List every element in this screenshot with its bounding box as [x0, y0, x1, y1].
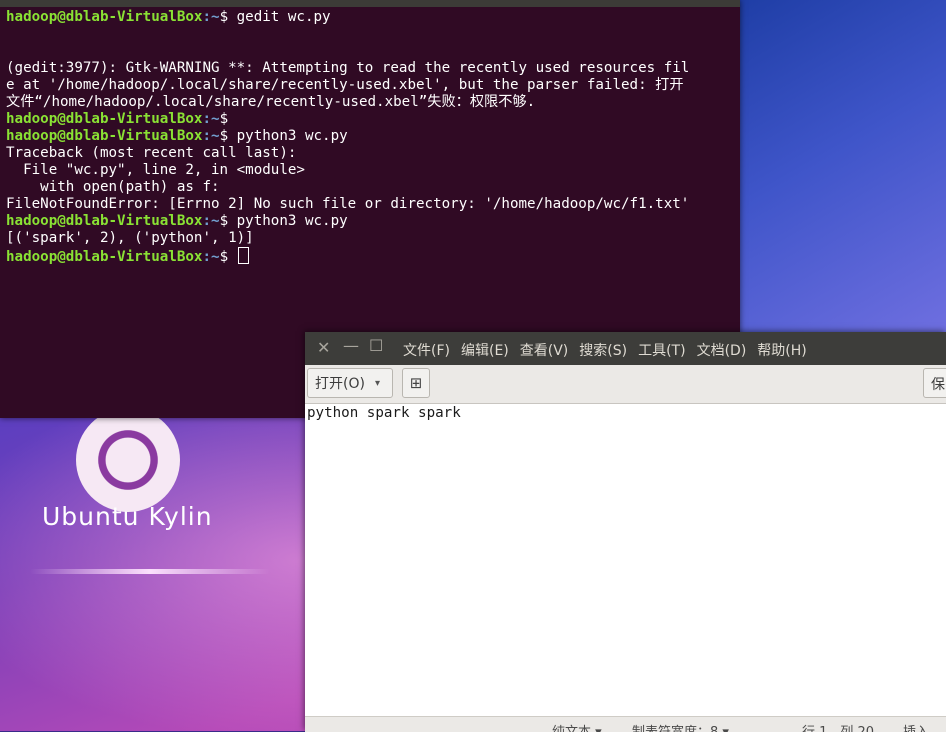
prompt-path: :~ — [202, 213, 220, 229]
gedit-titlebar[interactable]: ✕ — ☐ 文件(F) 编辑(E) 查看(V) 搜索(S) 工具(T) 文档(D… — [305, 332, 946, 365]
terminal-line: File "wc.py", line 2, in <module> — [6, 162, 732, 179]
terminal-cursor — [237, 247, 249, 264]
gedit-toolbar: 打开(O) ▾ ⊞ 保 — [305, 365, 946, 404]
tab-width-selector[interactable]: 制表符宽度：8 ▾ — [632, 721, 729, 732]
close-icon[interactable]: ✕ — [317, 338, 330, 357]
menu-documents[interactable]: 文档(D) — [697, 340, 747, 360]
terminal-line: with open(path) as f: — [6, 179, 732, 196]
cursor-position: 行 1，列 20 — [802, 721, 874, 732]
status-bar: 纯文本 ▾ 制表符宽度：8 ▾ 行 1，列 20 插入 — [305, 716, 946, 732]
terminal-line: 文件“/home/hadoop/.local/share/recently-us… — [6, 94, 732, 111]
chevron-down-icon: ▾ — [374, 377, 380, 389]
menu-help[interactable]: 帮助(H) — [757, 340, 806, 360]
new-document-icon: ⊞ — [409, 374, 423, 392]
new-document-button[interactable]: ⊞ — [402, 368, 430, 398]
terminal-line: (gedit:3977): Gtk-WARNING **: Attempting… — [6, 60, 732, 77]
terminal-text: e at '/home/hadoop/.local/share/recently… — [6, 77, 684, 93]
ubuntu-kylin-logo-area: Ubuntu Kylin — [0, 408, 305, 731]
terminal-text: $ python3 wc.py — [219, 128, 348, 144]
minimize-icon[interactable]: — — [343, 336, 359, 355]
maximize-icon[interactable]: ☐ — [369, 336, 383, 355]
terminal-line: hadoop@dblab-VirtualBox:~$ python3 wc.py — [6, 128, 732, 145]
terminal-line: hadoop@dblab-VirtualBox:~$ gedit wc.py — [6, 9, 732, 26]
terminal-line: e at '/home/hadoop/.local/share/recently… — [6, 77, 732, 94]
prompt-user: hadoop@dblab-VirtualBox — [6, 9, 203, 25]
prompt-user: hadoop@dblab-VirtualBox — [6, 111, 203, 127]
terminal-line: hadoop@dblab-VirtualBox:~$ — [6, 247, 732, 265]
text-editor-area[interactable]: python spark spark — [305, 404, 946, 716]
insert-mode: 插入 — [903, 721, 929, 732]
terminal-text: [('spark', 2), ('python', 1)] — [6, 230, 254, 246]
ubuntu-kylin-logo-icon — [76, 408, 180, 512]
terminal-text: (gedit:3977): Gtk-WARNING **: Attempting… — [6, 60, 690, 76]
editor-text: python spark spark — [307, 405, 461, 421]
save-button-label: 保 — [931, 377, 945, 393]
prompt-user: hadoop@dblab-VirtualBox — [6, 213, 203, 229]
menu-tools[interactable]: 工具(T) — [638, 340, 685, 360]
terminal-titlebar[interactable] — [0, 0, 740, 7]
prompt-path: :~ — [202, 128, 220, 144]
prompt-user: hadoop@dblab-VirtualBox — [6, 128, 203, 144]
terminal-text: FileNotFoundError: [Errno 2] No such fil… — [6, 196, 690, 212]
terminal-text: $ — [219, 249, 237, 265]
open-button[interactable]: 打开(O) ▾ — [307, 368, 393, 398]
language-selector[interactable]: 纯文本 ▾ — [552, 721, 602, 732]
open-button-label: 打开(O) — [315, 376, 365, 392]
terminal-line: FileNotFoundError: [Errno 2] No such fil… — [6, 196, 732, 213]
terminal-line: hadoop@dblab-VirtualBox:~$ — [6, 111, 732, 128]
menu-file[interactable]: 文件(F) — [403, 340, 450, 360]
terminal-text: Traceback (most recent call last): — [6, 145, 297, 161]
desktop-wallpaper-right — [740, 0, 946, 335]
terminal-text: 文件“/home/hadoop/.local/share/recently-us… — [6, 94, 536, 110]
prompt-path: :~ — [202, 249, 220, 265]
prompt-path: :~ — [202, 111, 220, 127]
prompt-user: hadoop@dblab-VirtualBox — [6, 249, 203, 265]
prompt-path: :~ — [202, 9, 220, 25]
save-button[interactable]: 保 — [923, 368, 946, 398]
terminal-line: [('spark', 2), ('python', 1)] — [6, 230, 732, 247]
menu-search[interactable]: 搜索(S) — [579, 340, 627, 360]
menu-view[interactable]: 查看(V) — [520, 340, 569, 360]
ubuntu-kylin-logo-text: Ubuntu Kylin — [42, 502, 213, 531]
gedit-window[interactable]: ✕ — ☐ 文件(F) 编辑(E) 查看(V) 搜索(S) 工具(T) 文档(D… — [305, 332, 946, 732]
terminal-text: File "wc.py", line 2, in <module> — [6, 162, 305, 178]
terminal-text: $ gedit wc.py — [219, 9, 331, 25]
menu-bar: 文件(F) 编辑(E) 查看(V) 搜索(S) 工具(T) 文档(D) 帮助(H… — [403, 340, 818, 360]
menu-edit[interactable]: 编辑(E) — [461, 340, 509, 360]
terminal-line: hadoop@dblab-VirtualBox:~$ python3 wc.py — [6, 213, 732, 230]
terminal-text: $ — [219, 111, 229, 127]
terminal-text: with open(path) as f: — [6, 179, 220, 195]
terminal-text: $ python3 wc.py — [219, 213, 348, 229]
terminal-output[interactable]: hadoop@dblab-VirtualBox:~$ gedit wc.py (g… — [6, 9, 732, 265]
terminal-line: Traceback (most recent call last): — [6, 145, 732, 162]
logo-glow-line — [30, 569, 270, 574]
